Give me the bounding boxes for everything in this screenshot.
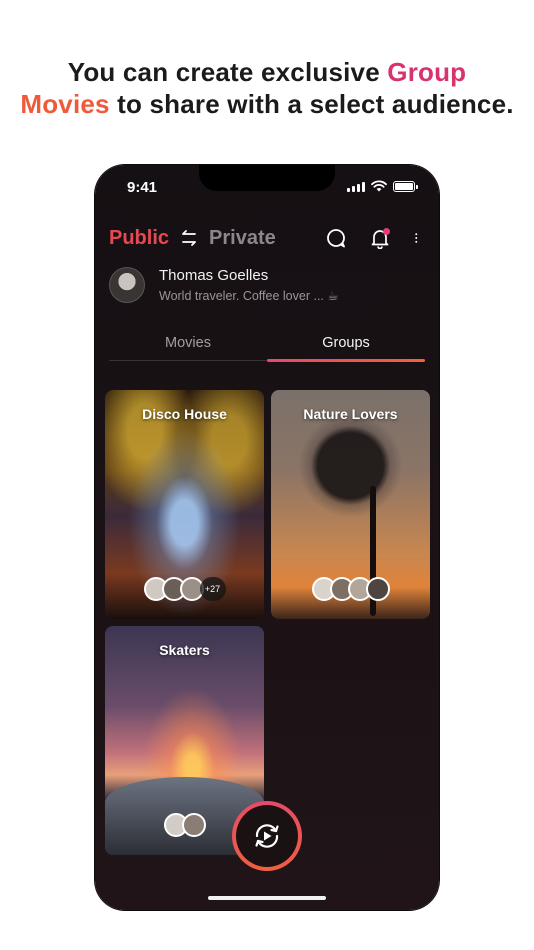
avatar[interactable] <box>109 267 145 303</box>
profile-bio: World traveler. Coffee lover ... ☕ <box>159 289 339 303</box>
headline-part2: to share with a select audience. <box>109 89 514 119</box>
member-avatar <box>365 577 390 601</box>
status-icons <box>347 180 418 192</box>
notch <box>199 165 335 191</box>
battery-icon <box>393 180 418 192</box>
wifi-icon <box>371 180 387 192</box>
headline-part1: You can create exclusive <box>67 57 388 87</box>
more-icon[interactable] <box>413 227 425 249</box>
home-indicator[interactable] <box>208 896 326 900</box>
profile-text: Thomas Goelles World traveler. Coffee lo… <box>159 267 339 303</box>
status-time: 9:41 <box>127 179 158 196</box>
top-bar: Public Private <box>109 225 425 251</box>
group-members: +27 <box>105 577 264 601</box>
headline-accent-movies: Movies <box>20 89 110 119</box>
signal-icon <box>347 181 365 192</box>
content-tabs: Movies Groups <box>109 333 425 362</box>
chat-icon[interactable] <box>325 227 347 249</box>
extra-members-count: +27 <box>199 577 226 601</box>
group-card-disco-house[interactable]: Disco House +27 <box>105 390 264 619</box>
group-members <box>271 577 430 601</box>
group-card-nature-lovers[interactable]: Nature Lovers <box>271 390 430 619</box>
profile-name: Thomas Goelles <box>159 267 269 284</box>
notification-dot <box>383 228 390 235</box>
group-title: Disco House <box>142 406 227 422</box>
headline: You can create exclusive Group Movies to… <box>0 56 534 120</box>
topbar-actions <box>325 227 425 250</box>
headline-accent-group: Group <box>387 57 467 87</box>
phone-screen: 9:41 Public Private Thomas Goelles World… <box>95 165 439 910</box>
swap-icon[interactable] <box>179 228 199 248</box>
profile-header[interactable]: Thomas Goelles World traveler. Coffee lo… <box>109 267 339 303</box>
fab-inner <box>236 805 298 867</box>
private-toggle[interactable]: Private <box>209 227 276 250</box>
group-title: Nature Lovers <box>303 406 398 422</box>
tab-movies[interactable]: Movies <box>109 333 267 360</box>
create-movie-button[interactable] <box>232 801 302 871</box>
tab-groups[interactable]: Groups <box>267 333 425 362</box>
member-avatar <box>181 813 206 837</box>
play-rewind-icon <box>255 824 279 848</box>
group-title: Skaters <box>159 642 210 658</box>
public-toggle[interactable]: Public <box>109 227 169 250</box>
bell-icon[interactable] <box>369 227 391 250</box>
